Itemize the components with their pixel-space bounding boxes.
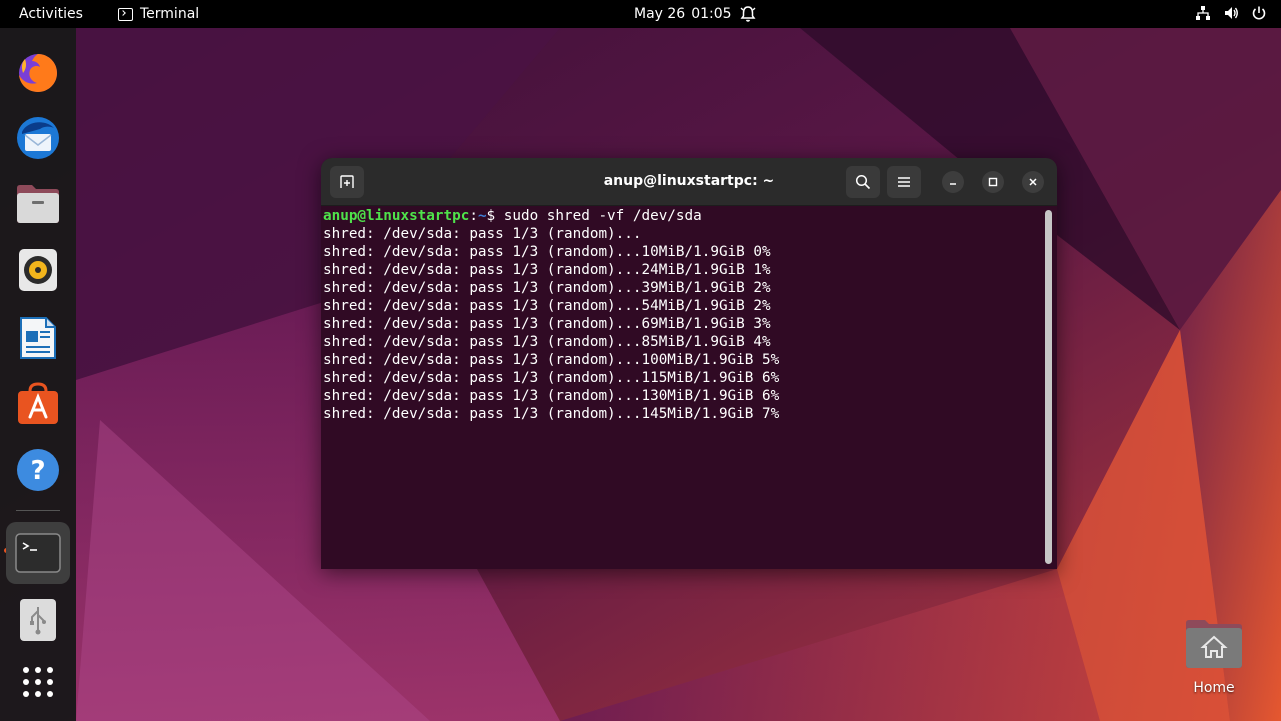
clock-time: 01:05 xyxy=(691,6,731,22)
top-bar: Activities Terminal May 26 01:05 xyxy=(0,0,1281,28)
volume-icon[interactable] xyxy=(1223,5,1239,25)
output-line: shred: /dev/sda: pass 1/3 (random)...69M… xyxy=(323,315,1043,333)
terminal-output[interactable]: anup@linuxstartpc:~$ sudo shred -vf /dev… xyxy=(323,207,1043,567)
software-icon xyxy=(15,381,61,427)
usb-drive-icon xyxy=(18,597,58,643)
dock-usb-drive[interactable] xyxy=(12,594,64,646)
search-button[interactable] xyxy=(846,166,880,198)
clock[interactable]: May 26 01:05 xyxy=(634,6,732,22)
terminal-icon xyxy=(15,533,61,573)
firefox-icon xyxy=(15,49,61,95)
terminal-scrollbar[interactable] xyxy=(1045,210,1052,564)
output-line: shred: /dev/sda: pass 1/3 (random)...85M… xyxy=(323,333,1043,351)
output-line: shred: /dev/sda: pass 1/3 (random)...130… xyxy=(323,387,1043,405)
power-icon[interactable] xyxy=(1251,5,1267,25)
app-menu[interactable]: Terminal xyxy=(118,6,199,22)
prompt-symbol: $ xyxy=(487,208,496,224)
output-line: shred: /dev/sda: pass 1/3 (random)...24M… xyxy=(323,261,1043,279)
dock-writer[interactable] xyxy=(12,312,64,364)
terminal-window[interactable]: anup@linuxstartpc: ~ xyxy=(321,158,1057,569)
dock: ? xyxy=(0,28,76,721)
dock-terminal[interactable] xyxy=(6,522,70,584)
output-line: shred: /dev/sda: pass 1/3 (random)...39M… xyxy=(323,279,1043,297)
system-tray[interactable] xyxy=(1195,5,1267,25)
writer-icon xyxy=(18,315,58,361)
svg-text:?: ? xyxy=(30,456,45,486)
close-icon xyxy=(1028,177,1038,187)
maximize-button[interactable] xyxy=(982,171,1004,193)
dock-separator xyxy=(16,510,60,511)
close-button[interactable] xyxy=(1022,171,1044,193)
maximize-icon xyxy=(988,177,998,187)
activities-button[interactable]: Activities xyxy=(19,6,83,22)
search-icon xyxy=(855,174,871,190)
minimize-icon xyxy=(948,177,958,187)
output-line: shred: /dev/sda: pass 1/3 (random)...115… xyxy=(323,369,1043,387)
network-icon[interactable] xyxy=(1195,5,1211,25)
notification-bell-icon[interactable] xyxy=(740,5,756,27)
app-grid-icon xyxy=(21,665,55,699)
menu-button[interactable] xyxy=(887,166,921,198)
output-lines: shred: /dev/sda: pass 1/3 (random)...shr… xyxy=(323,225,1043,423)
thunderbird-icon xyxy=(14,114,62,162)
dock-software[interactable] xyxy=(12,378,64,430)
help-icon: ? xyxy=(15,447,61,493)
output-line: shred: /dev/sda: pass 1/3 (random)...145… xyxy=(323,405,1043,423)
minimize-button[interactable] xyxy=(942,171,964,193)
hamburger-menu-icon xyxy=(897,176,911,188)
files-icon xyxy=(15,182,61,226)
dock-thunderbird[interactable] xyxy=(12,112,64,164)
prompt-path: ~ xyxy=(478,208,487,224)
command-text: sudo shred -vf /dev/sda xyxy=(504,208,702,224)
desktop-home-label[interactable]: Home xyxy=(1180,680,1248,696)
clock-date: May 26 xyxy=(634,6,685,22)
output-line: shred: /dev/sda: pass 1/3 (random)...100… xyxy=(323,351,1043,369)
app-menu-label: Terminal xyxy=(140,6,199,22)
terminal-headerbar[interactable]: anup@linuxstartpc: ~ xyxy=(321,158,1057,206)
output-line: shred: /dev/sda: pass 1/3 (random)...54M… xyxy=(323,297,1043,315)
output-line: shred: /dev/sda: pass 1/3 (random)... xyxy=(323,225,1043,243)
home-folder-icon xyxy=(1183,617,1245,671)
dock-rhythmbox[interactable] xyxy=(12,244,64,296)
rhythmbox-icon xyxy=(17,247,59,293)
prompt-user: anup@linuxstartpc xyxy=(323,208,469,224)
dock-help[interactable]: ? xyxy=(12,444,64,496)
dock-show-apps[interactable] xyxy=(12,656,64,708)
terminal-small-icon xyxy=(118,8,133,21)
output-line: shred: /dev/sda: pass 1/3 (random)...10M… xyxy=(323,243,1043,261)
dock-files[interactable] xyxy=(12,178,64,230)
desktop-home-icon[interactable] xyxy=(1183,617,1245,671)
command-line: anup@linuxstartpc:~$ sudo shred -vf /dev… xyxy=(323,207,1043,225)
dock-firefox[interactable] xyxy=(12,46,64,98)
